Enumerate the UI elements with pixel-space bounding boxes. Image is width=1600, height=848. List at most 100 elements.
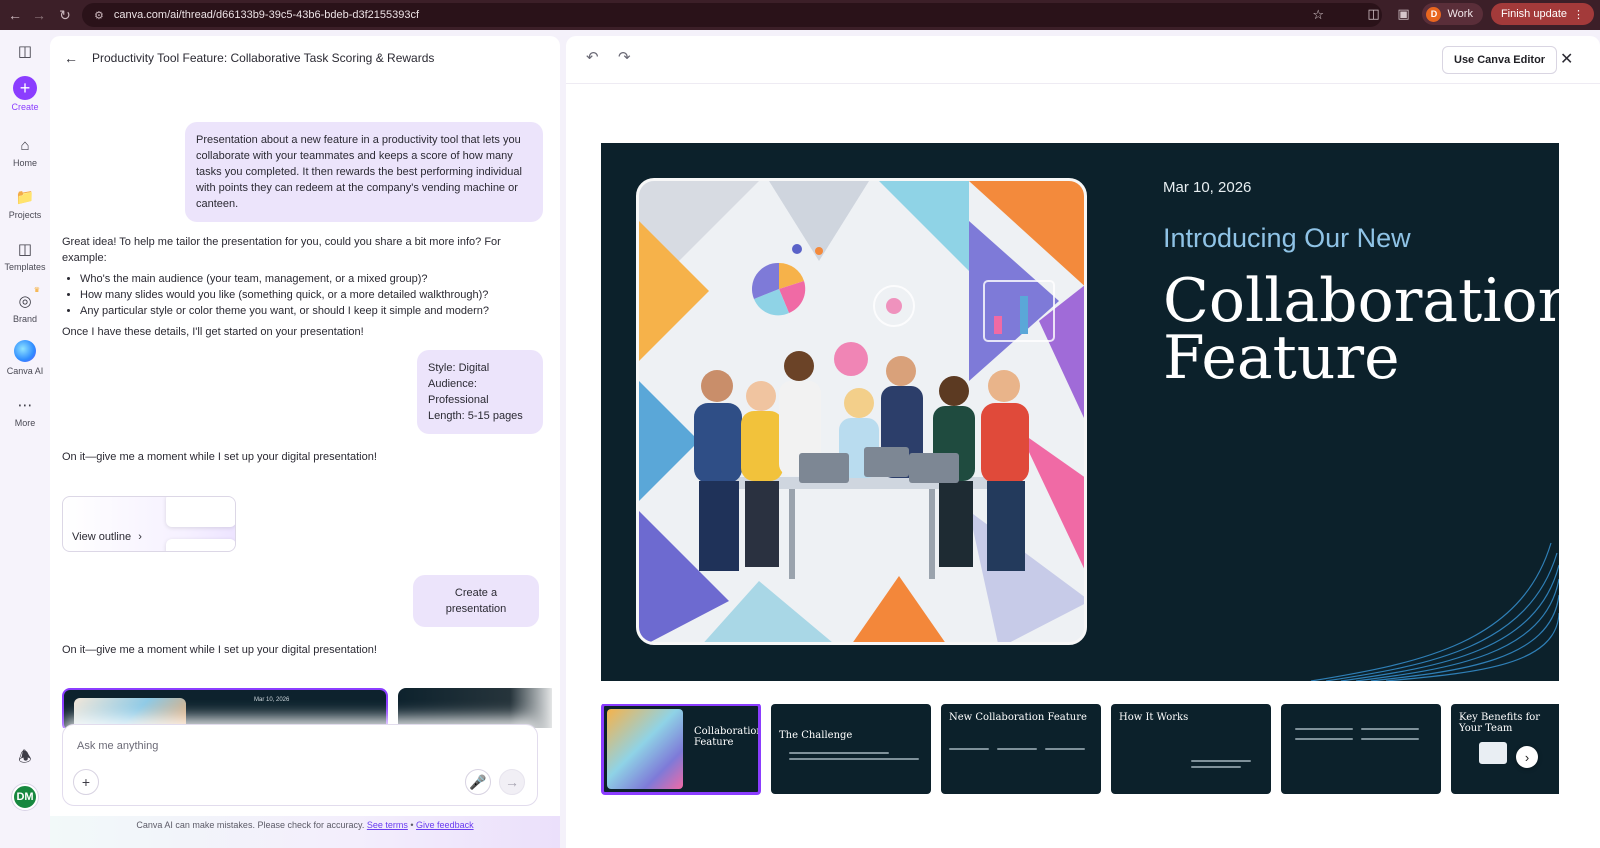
assistant-message: On it—give me a moment while I set up yo… [62, 449, 377, 465]
crown-icon: ♛ [33, 287, 40, 294]
brand-icon: ◎ [18, 293, 32, 310]
home-icon: ⌂ [20, 136, 30, 154]
kebab-menu-icon: ⋮ [1573, 8, 1584, 21]
see-terms-link[interactable]: See terms [367, 820, 408, 830]
rail-more[interactable]: ⋯ More [0, 394, 50, 428]
thumbnail-text-line [1191, 760, 1251, 762]
thumbnail-text-line [789, 758, 919, 760]
thumbnail-title: Collaboration Feature [694, 726, 761, 748]
rail-create[interactable]: + Create [0, 76, 50, 112]
slide-subtitle: Introducing Our New [1163, 223, 1411, 253]
add-attachment-button[interactable]: + [73, 769, 99, 795]
list-item: How many slides would you like (somethin… [80, 287, 548, 303]
finish-update-button[interactable]: Finish update ⋮ [1490, 3, 1594, 25]
browser-actions: ◫ ▣ D Work Finish update ⋮ [1362, 3, 1594, 25]
slide-thumbnail-3[interactable]: New Collaboration Feature [941, 704, 1101, 794]
toggle-sidebar-button[interactable]: ◫ [0, 40, 50, 64]
give-feedback-link[interactable]: Give feedback [416, 820, 474, 830]
microphone-icon: 🎤 [469, 773, 487, 790]
thumbnail-title: Key Benefits for Your Team [1459, 712, 1541, 734]
slide-canvas[interactable]: Mar 10, 2026 Introducing Our New Collabo… [601, 143, 1559, 681]
thumbnail-title: How It Works [1119, 712, 1189, 723]
rail-projects[interactable]: 📁 Projects [0, 186, 50, 220]
url-text: canva.com/ai/thread/d66133b9-39c5-43b6-b… [113, 9, 420, 21]
rail-brand-label: Brand [12, 314, 38, 324]
slide-thumbnail-6[interactable]: Key Benefits for Your Team [1451, 704, 1559, 794]
thumbnail-text-line [1295, 728, 1353, 730]
rail-home-label: Home [12, 158, 37, 168]
forward-arrow-icon[interactable]: → [26, 2, 52, 28]
rail-canva-ai[interactable]: Canva AI [0, 340, 50, 376]
notifications-button[interactable]: 🕭 [0, 748, 50, 772]
thumbnail-text-line [1295, 738, 1353, 740]
templates-icon: ◫ [17, 241, 33, 258]
profile-button[interactable]: D Work [1422, 3, 1483, 25]
arrow-right-icon: → [505, 774, 519, 790]
design-option-1[interactable]: Mar 10, 2026 [62, 688, 388, 728]
chat-composer: + 🎤 → [62, 724, 538, 806]
disclaimer-separator: • [410, 820, 414, 830]
back-arrow-icon[interactable]: ← [2, 2, 28, 28]
team-illustration [636, 178, 1087, 645]
decorative-waves [1310, 542, 1559, 681]
chat-panel: ← Productivity Tool Feature: Collaborati… [50, 36, 560, 848]
plus-icon: + [13, 76, 37, 100]
profile-avatar: D [1426, 6, 1442, 22]
voice-input-button[interactable]: 🎤 [465, 769, 491, 795]
view-outline-button[interactable]: View outline › [72, 531, 142, 543]
thumbnail-text-line [1361, 728, 1419, 730]
user-message: Create a presentation [413, 575, 539, 627]
slide-thumbnail-5[interactable] [1281, 704, 1441, 794]
rail-home[interactable]: ⌂ Home [0, 134, 50, 169]
profile-label: Work [1447, 8, 1473, 20]
use-canva-editor-button[interactable]: Use Canva Editor [1442, 46, 1558, 74]
chevron-right-icon: › [138, 531, 142, 543]
bookmark-star-icon[interactable]: ☆ [1312, 7, 1324, 23]
user-message-line: Audience: Professional [428, 378, 489, 406]
list-item: Any particular style or color theme you … [80, 303, 548, 319]
thumbnail-text-line [1045, 748, 1085, 750]
disclaimer: Canva AI can make mistakes. Please check… [50, 816, 560, 848]
outline-preview-page [166, 497, 235, 527]
chat-input[interactable] [77, 737, 517, 755]
thumbnail-title: The Challenge [779, 730, 853, 741]
thumbnail-illustration [607, 709, 683, 789]
slide-thumbnail-2[interactable]: The Challenge [771, 704, 931, 794]
reload-icon[interactable]: ↻ [52, 2, 78, 28]
preview-toolbar: ↶ ↷ Use Canva Editor ✕ [566, 36, 1600, 84]
assistant-message-text: On it—give me a moment while I set up yo… [62, 644, 377, 656]
design-option-date: Mar 10, 2026 [254, 697, 290, 703]
plus-icon: + [81, 774, 91, 790]
redo-icon[interactable]: ↷ [618, 48, 631, 66]
slide-date: Mar 10, 2026 [1163, 179, 1252, 196]
extensions-icon[interactable]: ◫ [1362, 3, 1384, 25]
avatar: DM [12, 784, 38, 810]
rail-canva-ai-label: Canva AI [6, 366, 44, 376]
assistant-message: On it—give me a moment while I set up yo… [62, 642, 377, 658]
outline-preview-page [166, 539, 235, 551]
slide-thumbnail-4[interactable]: How It Works [1111, 704, 1271, 794]
undo-icon[interactable]: ↶ [586, 48, 599, 66]
thumbnail-text-line [1361, 738, 1419, 740]
rail-templates[interactable]: ◫ Templates [0, 238, 50, 272]
thumbnail-text-line [789, 752, 889, 754]
design-option-2[interactable] [398, 688, 552, 728]
chevron-right-icon[interactable]: › [1516, 746, 1538, 768]
rail-brand[interactable]: ♛ ◎ Brand [0, 287, 50, 324]
slide-thumbnail-1[interactable]: Collaboration Feature [601, 704, 761, 795]
preview-panel: ↶ ↷ Use Canva Editor ✕ Mar 10, 2026 Intr… [566, 36, 1600, 848]
view-outline-card[interactable]: View outline › [62, 496, 236, 552]
send-button[interactable]: → [499, 769, 525, 795]
cast-icon[interactable]: ▣ [1392, 3, 1414, 25]
view-outline-label: View outline [72, 531, 132, 543]
assistant-message: Great idea! To help me tailor the presen… [62, 234, 548, 340]
address-bar[interactable]: ⚙ canva.com/ai/thread/d66133b9-39c5-43b6… [82, 3, 1382, 27]
close-icon[interactable]: ✕ [1560, 49, 1573, 69]
thumbnail-text-line [1191, 766, 1241, 768]
user-message-text: Create a presentation [445, 587, 507, 615]
back-arrow-icon[interactable]: ← [64, 50, 78, 66]
disclaimer-text: Canva AI can make mistakes. Please check… [136, 820, 365, 830]
account-button[interactable]: DM [0, 784, 50, 810]
folder-icon: 📁 [15, 189, 35, 206]
site-settings-icon[interactable]: ⚙ [94, 9, 104, 22]
